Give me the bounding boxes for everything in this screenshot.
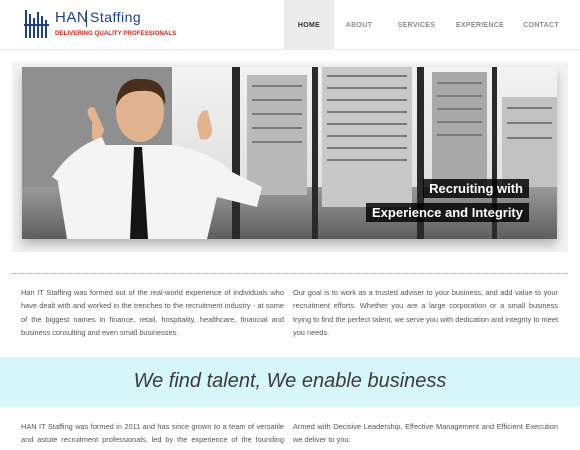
site-header: HAN Staffing DELIVERING QUALITY PROFESSI… xyxy=(0,0,580,50)
hero-banner: Recruiting with Experience and Integrity xyxy=(22,67,557,239)
hero-section: Recruiting with Experience and Integrity xyxy=(12,62,568,252)
about-text-left: HAN IT Staffing was formed in 2011 and h… xyxy=(21,422,284,450)
tagline-text: We find talent, We enable business xyxy=(133,370,447,392)
logo-separator xyxy=(86,10,87,27)
intro-text-left: Han IT Staffing was formed out of the re… xyxy=(21,288,284,338)
intro-text-right: Our goal is to work as a trusted adviser… xyxy=(293,288,558,338)
nav-experience[interactable]: EXPERIENCE xyxy=(449,0,511,50)
site-logo[interactable]: HAN Staffing DELIVERING QUALITY PROFESSI… xyxy=(24,8,176,42)
dotted-divider xyxy=(12,273,568,274)
tagline-band: We find talent, We enable business xyxy=(0,357,580,407)
nav-about[interactable]: ABOUT xyxy=(334,0,384,50)
hero-caption-line2: Experience and Integrity xyxy=(366,203,529,222)
hero-caption-line1: Recruiting with xyxy=(423,179,529,198)
main-nav: HOME ABOUT SERVICES EXPERIENCE CONTACT xyxy=(284,0,571,50)
logo-han-text: HAN xyxy=(55,9,89,26)
nav-services[interactable]: SERVICES xyxy=(384,0,449,50)
logo-building-icon xyxy=(24,10,49,38)
logo-tagline: DELIVERING QUALITY PROFESSIONALS xyxy=(55,30,177,37)
about-text-right: Armed with Decisive Leadership, Effectiv… xyxy=(293,422,558,445)
nav-contact[interactable]: CONTACT xyxy=(511,0,571,50)
nav-home[interactable]: HOME xyxy=(284,0,334,50)
logo-staffing-text: Staffing xyxy=(90,9,142,25)
